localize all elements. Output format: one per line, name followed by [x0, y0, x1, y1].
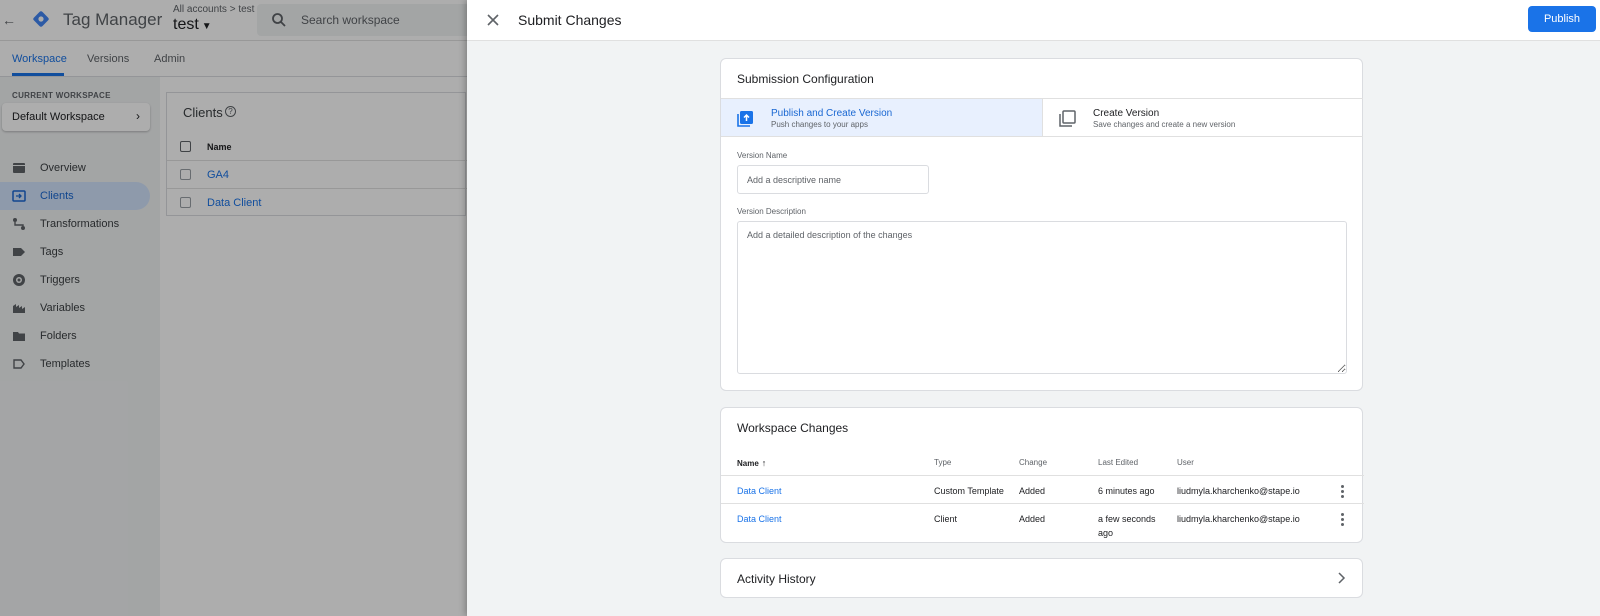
- option-subtitle: Push changes to your apps: [771, 120, 868, 129]
- change-user: liudmyla.kharchenko@stape.io: [1177, 514, 1300, 524]
- table-row: Data Client Client Added a few seconds a…: [721, 503, 1364, 543]
- card-title: Workspace Changes: [737, 421, 849, 435]
- publish-icon: [737, 111, 753, 127]
- version-description-label: Version Description: [737, 207, 806, 216]
- column-header-user[interactable]: User: [1177, 458, 1194, 467]
- change-action: Added: [1019, 486, 1046, 496]
- change-name-link[interactable]: Data Client: [737, 512, 782, 526]
- column-header-last-edited[interactable]: Last Edited: [1098, 458, 1138, 467]
- change-name-link[interactable]: Data Client: [737, 484, 782, 498]
- option-publish-and-create-version[interactable]: Publish and Create Version Push changes …: [721, 98, 1042, 137]
- column-header-name[interactable]: Name ↑: [737, 458, 766, 468]
- modal-scrim[interactable]: [0, 0, 467, 616]
- option-subtitle: Save changes and create a new version: [1093, 120, 1236, 129]
- workspace-changes-card: Workspace Changes Name ↑ Type Change Last…: [720, 407, 1364, 543]
- more-vert-icon[interactable]: [1337, 484, 1347, 498]
- submit-changes-panel: Submit Changes Publish Submission Config…: [467, 0, 1600, 616]
- change-last-edited: a few seconds ago: [1098, 514, 1156, 538]
- column-header-type[interactable]: Type: [934, 458, 951, 467]
- create-version-icon: [1059, 110, 1076, 127]
- column-header-change[interactable]: Change: [1019, 458, 1047, 467]
- table-row: Data Client Custom Template Added 6 minu…: [721, 475, 1364, 503]
- version-description-input[interactable]: [737, 221, 1347, 374]
- version-name-label: Version Name: [737, 151, 788, 160]
- submission-configuration-card: Submission Configuration Publish and Cre…: [720, 58, 1363, 391]
- change-type: Client: [934, 514, 958, 524]
- panel-title: Submit Changes: [518, 12, 622, 28]
- option-title: Create Version: [1093, 108, 1160, 119]
- chevron-right-icon: [1338, 572, 1346, 584]
- card-title: Activity History: [737, 572, 816, 586]
- change-user: liudmyla.kharchenko@stape.io: [1177, 486, 1300, 496]
- close-icon[interactable]: [484, 11, 502, 29]
- change-last-edited: 6 minutes ago: [1098, 486, 1155, 496]
- panel-header: Submit Changes Publish: [467, 0, 1600, 41]
- activity-history-card[interactable]: Activity History: [720, 558, 1363, 598]
- sort-arrow-up-icon: ↑: [761, 458, 767, 468]
- change-action: Added: [1019, 514, 1046, 524]
- option-title: Publish and Create Version: [771, 108, 893, 119]
- column-label: Name: [737, 459, 759, 468]
- more-vert-icon[interactable]: [1337, 512, 1347, 526]
- change-type: Custom Template: [934, 486, 1004, 496]
- version-name-input[interactable]: [737, 165, 929, 194]
- option-create-version[interactable]: Create Version Save changes and create a…: [1042, 98, 1363, 137]
- publish-button[interactable]: Publish: [1528, 6, 1596, 32]
- card-title: Submission Configuration: [737, 72, 874, 86]
